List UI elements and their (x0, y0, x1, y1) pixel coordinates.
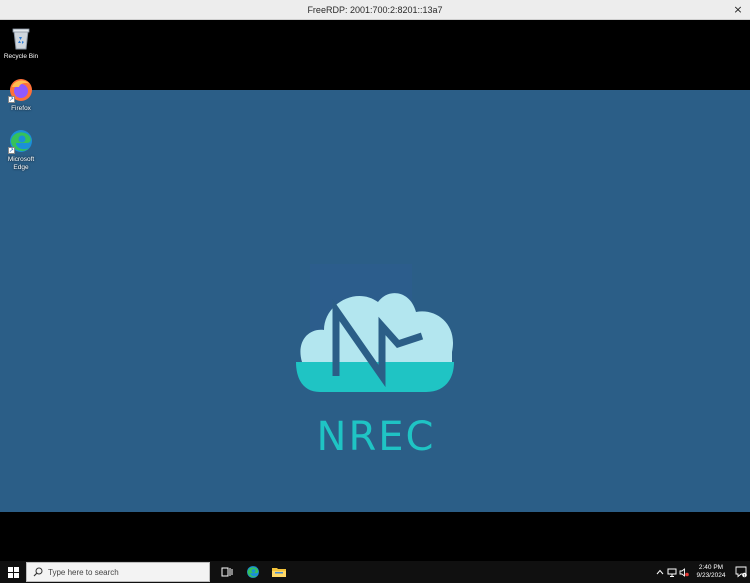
edge-icon: ↗ (8, 128, 34, 154)
desktop-icon-recycle-bin[interactable]: Recycle Bin (1, 25, 41, 61)
shortcut-arrow-icon: ↗ (8, 96, 15, 103)
network-icon (667, 568, 677, 577)
desktop-icon-firefox[interactable]: ↗ Firefox (1, 77, 41, 113)
taskbar-edge-button[interactable] (240, 561, 266, 583)
taskbar-file-explorer-button[interactable] (266, 561, 292, 583)
desktop-icon-edge[interactable]: ↗ Microsoft Edge (1, 128, 41, 172)
remote-desktop[interactable]: NREC Recycle Bin ↗ Firefox ↗ Microsoft E… (0, 20, 750, 561)
window-title: FreeRDP: 2001:700:2:8201::13a7 (307, 4, 443, 15)
nrec-logo: NREC (296, 264, 456, 464)
desktop-icon-label: Microsoft Edge (7, 156, 35, 171)
clock-time: 2:40 PM (698, 564, 724, 571)
window-titlebar: FreeRDP: 2001:700:2:8201::13a7 × (0, 0, 750, 20)
notification-icon: 1 (735, 566, 747, 578)
close-button[interactable]: × (731, 3, 745, 17)
edge-icon (247, 566, 259, 578)
task-view-button[interactable] (214, 561, 240, 583)
volume-button[interactable] (678, 561, 690, 583)
network-button[interactable] (666, 561, 678, 583)
search-input[interactable]: Type here to search (26, 562, 210, 582)
desktop-icon-label: Recycle Bin (3, 53, 39, 60)
clock-date: 9/23/2024 (696, 572, 726, 579)
system-tray: 2:40 PM 9/23/2024 1 (654, 561, 750, 583)
desktop-icon-label: Firefox (11, 105, 31, 112)
volume-icon (679, 567, 689, 577)
start-button[interactable] (0, 561, 26, 583)
firefox-icon: ↗ (8, 77, 34, 103)
chevron-up-icon (656, 569, 664, 575)
task-view-icon (221, 567, 233, 577)
shortcut-arrow-icon: ↗ (8, 147, 15, 154)
cloud-logo-icon (296, 264, 454, 392)
recycle-bin-icon (8, 25, 34, 51)
logo-text: NREC (316, 414, 436, 460)
search-placeholder: Type here to search (48, 567, 119, 577)
windows-logo-icon (7, 566, 19, 578)
notification-button[interactable]: 1 (732, 561, 750, 583)
wallpaper: NREC (0, 90, 750, 512)
search-icon (33, 567, 43, 577)
clock[interactable]: 2:40 PM 9/23/2024 (694, 564, 728, 580)
file-explorer-icon (272, 568, 286, 577)
show-hidden-icons-button[interactable] (654, 561, 666, 583)
taskbar: Type here to search 2:40 PM 9/23/2024 1 (0, 561, 750, 583)
